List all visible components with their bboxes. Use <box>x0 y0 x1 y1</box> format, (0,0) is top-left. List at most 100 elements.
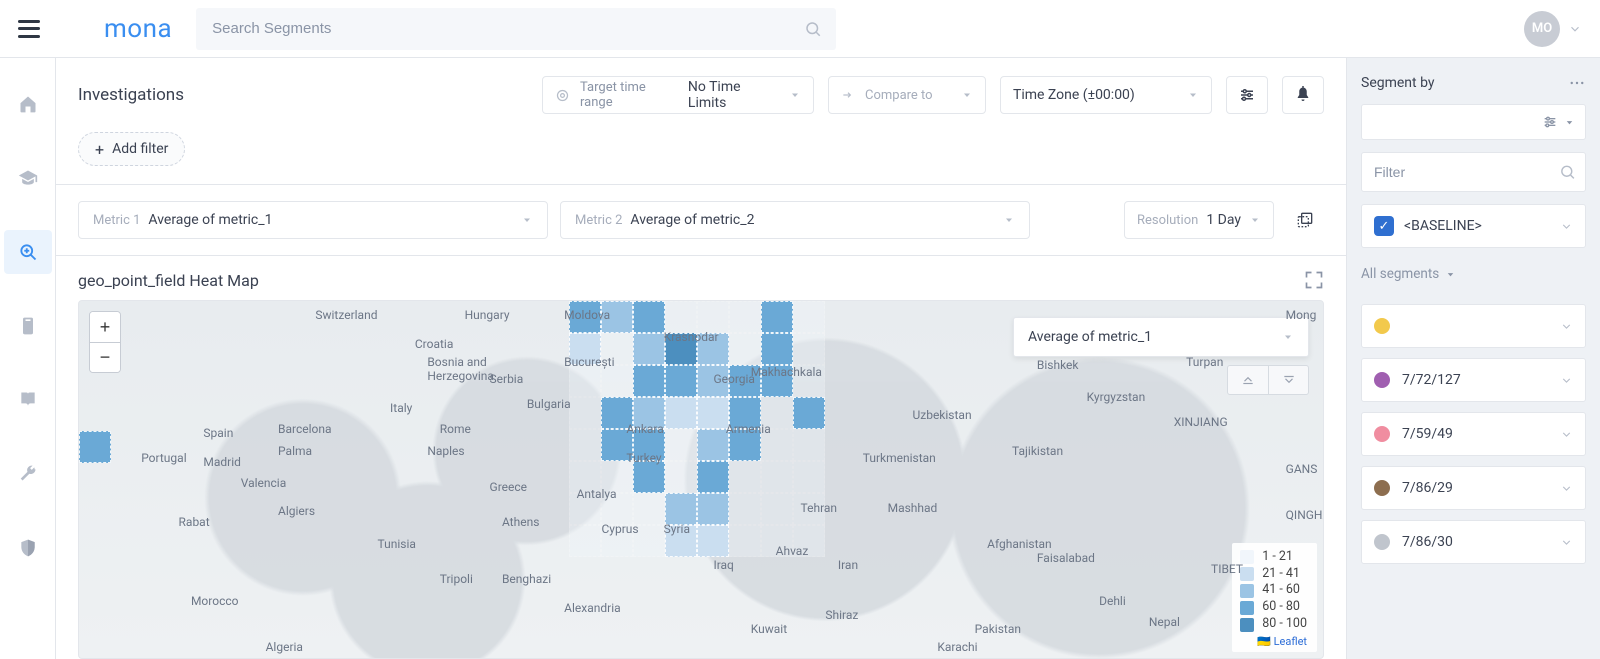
all-segments-toggle[interactable]: All segments <box>1361 266 1586 282</box>
segment-config-button[interactable] <box>1361 104 1586 140</box>
heatmap-cell <box>665 525 697 557</box>
legend-label: 21 - 41 <box>1262 566 1300 583</box>
metric-2-value: Average of metric_2 <box>630 212 754 228</box>
heatmap-cell <box>633 365 665 397</box>
segment-item[interactable]: 7/72/127 <box>1361 358 1586 402</box>
heatmap-cell <box>729 525 761 557</box>
chevron-down-icon <box>1560 536 1573 549</box>
heatmap-cell <box>665 493 697 525</box>
compare-label: Compare to <box>865 88 933 103</box>
copy-chart-button[interactable] <box>1286 201 1324 239</box>
chevron-down-icon <box>1560 428 1573 441</box>
segment-color-dot <box>1374 534 1390 550</box>
expand-map-button[interactable] <box>1304 270 1324 290</box>
heatmap-cell <box>697 397 729 429</box>
map-attribution: 🇺🇦 Leaflet <box>1240 635 1307 648</box>
segment-baseline-label: <BASELINE> <box>1404 218 1482 234</box>
heatmap-cell <box>601 333 633 365</box>
zoom-out-button[interactable]: − <box>90 342 120 372</box>
avatar[interactable]: MO <box>1524 11 1560 47</box>
heatmap-cell <box>601 493 633 525</box>
all-segments-label: All segments <box>1361 266 1439 282</box>
heatmap-cell <box>601 525 633 557</box>
map-viewport[interactable]: + − Average of metric_1 1 - 2121 - 4141 … <box>78 300 1324 659</box>
segment-item[interactable]: 7/59/49 <box>1361 412 1586 456</box>
education-icon <box>18 168 38 188</box>
heatmap-cell <box>729 429 761 461</box>
segment-item[interactable] <box>1361 304 1586 348</box>
search-icon <box>804 20 822 38</box>
zoom-nav[interactable] <box>4 230 52 274</box>
legend-swatch <box>1240 550 1254 564</box>
clipboard-nav[interactable] <box>4 304 52 348</box>
user-menu-chevron-icon[interactable] <box>1568 22 1582 36</box>
resolution-label: Resolution <box>1137 213 1198 228</box>
segment-label: 7/86/29 <box>1402 480 1453 496</box>
heatmap-cell <box>697 493 729 525</box>
segment-baseline[interactable]: ✓ <BASELINE> <box>1361 204 1586 248</box>
heatmap-cell <box>665 333 697 365</box>
zoom-in-button[interactable]: + <box>90 312 120 342</box>
heatmap-cell <box>633 493 665 525</box>
heatmap-cell <box>601 365 633 397</box>
heatmap-cell <box>761 397 793 429</box>
book-nav[interactable] <box>4 378 52 422</box>
heatmap-cell <box>633 397 665 429</box>
map-title: geo_point_field Heat Map <box>78 271 259 290</box>
heatmap-cell <box>569 301 601 333</box>
map-tool-expand[interactable] <box>1268 366 1308 394</box>
legend-swatch <box>1240 567 1254 581</box>
heatmap-cell <box>601 461 633 493</box>
segment-more-icon[interactable] <box>1568 74 1586 92</box>
heatmap-cell <box>569 397 601 429</box>
education-nav[interactable] <box>4 156 52 200</box>
map-tool-buttons <box>1227 365 1309 395</box>
heatmap-cell <box>793 525 825 557</box>
heatmap-cell <box>633 333 665 365</box>
metric-1-picker[interactable]: Metric 1 Average of metric_1 <box>78 201 548 239</box>
compare-picker[interactable]: Compare to <box>828 76 986 114</box>
add-filter-button[interactable]: + Add filter <box>78 132 185 166</box>
metric-1-label: Metric 1 <box>93 213 140 228</box>
segment-item[interactable]: 7/86/30 <box>1361 520 1586 564</box>
heatmap-cell <box>633 461 665 493</box>
resolution-picker[interactable]: Resolution 1 Day <box>1124 201 1274 239</box>
segment-label: 7/72/127 <box>1402 372 1461 388</box>
heatmap-cell <box>665 397 697 429</box>
timezone-picker[interactable]: Time Zone (±00:00) <box>1000 76 1212 114</box>
heatmap-cell <box>569 365 601 397</box>
heatmap-cell <box>729 301 761 333</box>
heatmap-cell <box>569 493 601 525</box>
settings-button[interactable] <box>1226 76 1268 114</box>
heatmap-cell <box>793 493 825 525</box>
heatmap-cell <box>761 461 793 493</box>
map-metric-select[interactable]: Average of metric_1 <box>1013 317 1309 357</box>
shield-nav[interactable] <box>4 526 52 570</box>
segment-by-title: Segment by <box>1361 75 1435 91</box>
zoom-icon <box>18 242 38 262</box>
legend-label: 1 - 21 <box>1262 549 1293 566</box>
alert-button[interactable] <box>1282 76 1324 114</box>
search-input[interactable] <box>196 8 836 50</box>
heatmap-cell <box>793 397 825 429</box>
heatmap-cell <box>729 493 761 525</box>
home-nav[interactable] <box>4 82 52 126</box>
heatmap-cell <box>793 301 825 333</box>
heatmap-cell <box>761 525 793 557</box>
heatmap-cell <box>761 333 793 365</box>
time-range-picker[interactable]: Target time range No Time Limits <box>542 76 814 114</box>
segment-item[interactable]: 7/86/29 <box>1361 466 1586 510</box>
segment-filter-input[interactable] <box>1361 152 1586 192</box>
heatmap-cell <box>697 301 729 333</box>
heatmap-cell <box>697 365 729 397</box>
heatmap-cell <box>601 301 633 333</box>
map-tool-collapse[interactable] <box>1228 366 1268 394</box>
heatmap-cell <box>761 493 793 525</box>
heatmap-cell <box>601 397 633 429</box>
wrench-nav[interactable] <box>4 452 52 496</box>
hamburger-menu[interactable] <box>18 20 40 38</box>
chevron-down-icon <box>1560 374 1573 387</box>
metric-2-picker[interactable]: Metric 2 Average of metric_2 <box>560 201 1030 239</box>
left-nav <box>0 58 56 659</box>
segment-color-dot <box>1374 480 1390 496</box>
